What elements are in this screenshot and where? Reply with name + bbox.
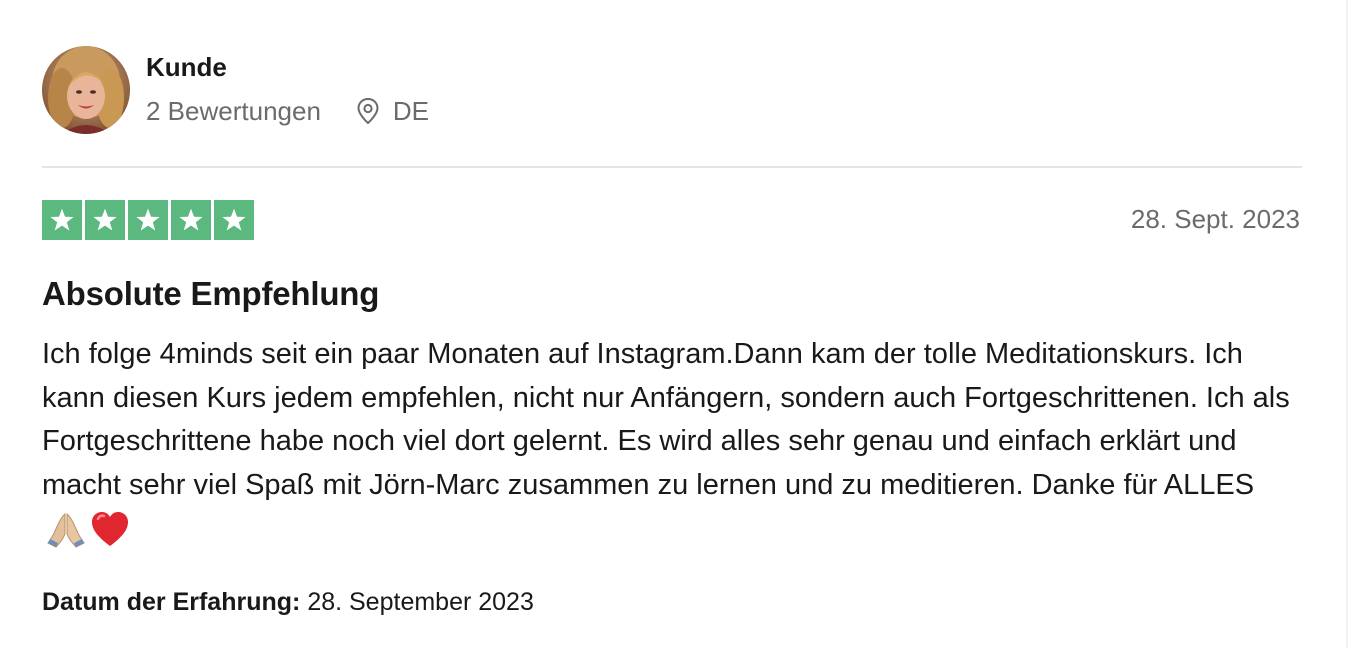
star-icon — [42, 200, 82, 240]
folded-hands-emoji — [46, 510, 86, 548]
red-heart-emoji — [90, 510, 130, 548]
consumer-name[interactable]: Kunde — [146, 52, 429, 82]
experience-label: Datum der Erfahrung: — [42, 588, 301, 616]
review-title[interactable]: Absolute Empfehlung — [42, 274, 379, 314]
star-rating — [42, 200, 257, 240]
avatar[interactable] — [42, 46, 130, 134]
divider — [42, 166, 1302, 168]
consumer-details: Kunde 2 Bewertungen DE — [146, 46, 429, 126]
consumer-info: Kunde 2 Bewertungen DE — [42, 46, 429, 134]
map-pin-icon — [355, 97, 381, 125]
reviews-count: 2 Bewertungen — [146, 96, 321, 126]
star-icon — [128, 200, 168, 240]
consumer-country: DE — [392, 96, 430, 126]
experience-date: Datum der Erfahrung: 28. September 2023 — [42, 586, 534, 618]
review-card: Kunde 2 Bewertungen DE 28. Sept. 2023 Ab… — [42, 0, 1302, 648]
star-icon — [214, 200, 254, 240]
review-body: Ich folge 4minds seit ein paar Monaten a… — [42, 333, 1292, 551]
consumer-meta: 2 Bewertungen DE — [146, 96, 429, 126]
review-text: Ich folge 4minds seit ein paar Monaten a… — [42, 338, 1290, 501]
experience-value: 28. September 2023 — [307, 588, 534, 616]
star-icon — [171, 200, 211, 240]
review-date: 28. Sept. 2023 — [1130, 204, 1300, 234]
star-icon — [85, 200, 125, 240]
